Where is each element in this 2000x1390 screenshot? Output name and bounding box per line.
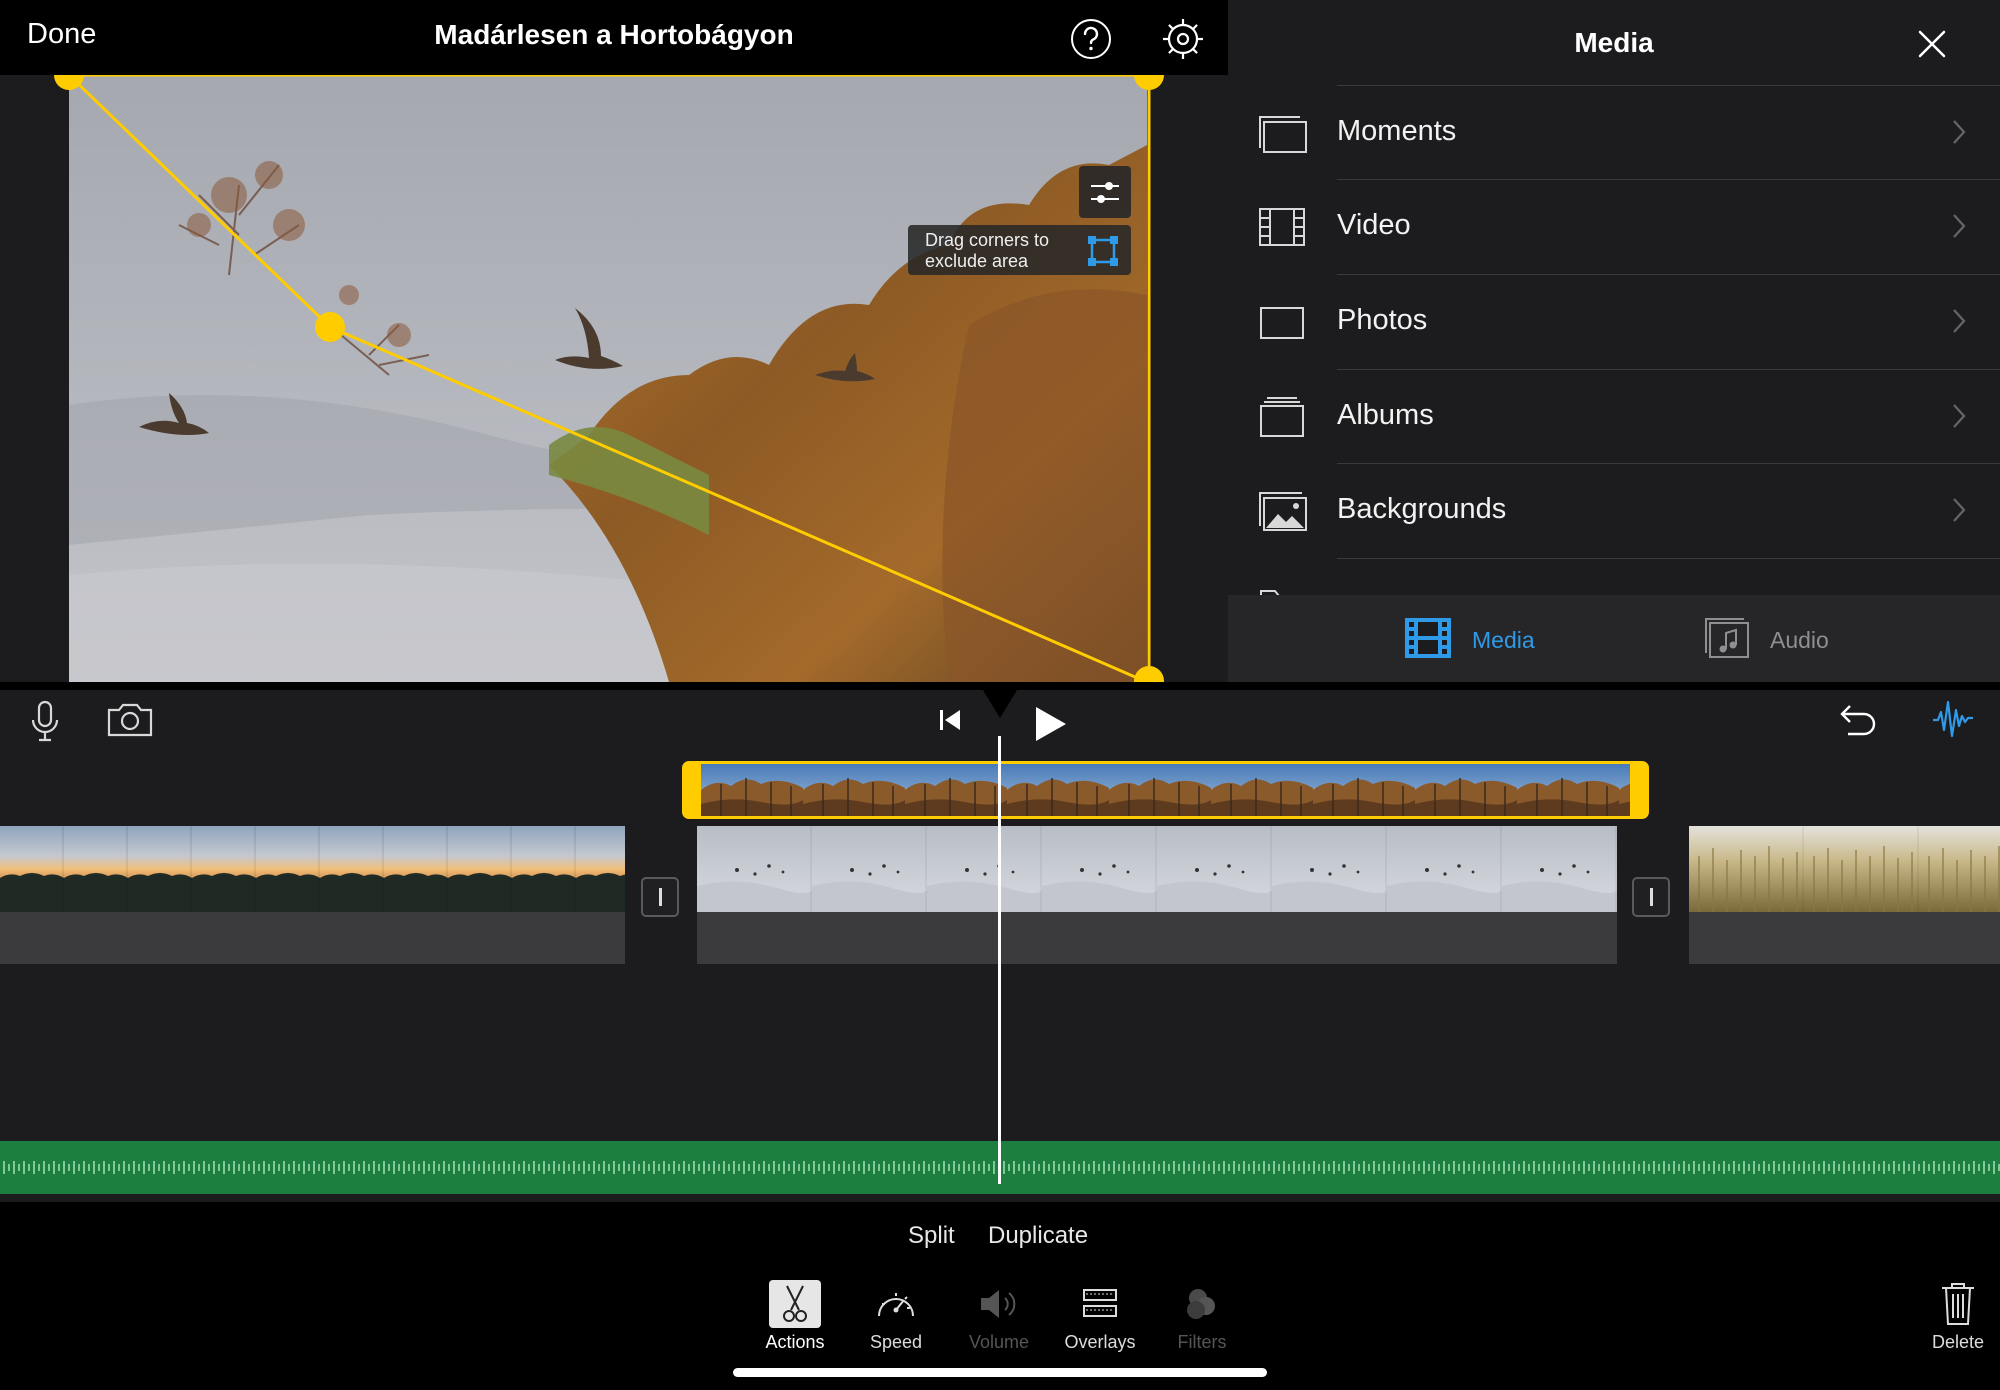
duplicate-button[interactable]: Duplicate [988,1222,1088,1250]
close-icon [1918,30,1946,58]
transition-button[interactable] [1632,877,1670,917]
sunset-thumbnail-strip [0,826,625,912]
tool-label: Filters [1177,1332,1227,1352]
chevron-right-icon [1953,404,1966,428]
waveform-icon [1933,700,1973,738]
media-item-label: Video [1337,209,1411,241]
skip-back-icon [940,710,960,730]
media-panel-title: Media [1574,27,1654,58]
overlay-clip-thumbnails [701,764,1630,816]
delete-button[interactable]: Delete [1908,1280,2000,1352]
tool-overlays[interactable]: Overlays [1050,1280,1150,1352]
moments-icon [1259,116,1307,153]
media-item-photos[interactable]: Photos [1228,274,2000,368]
overlays-icon [1074,1280,1126,1328]
split-button[interactable]: Split [908,1222,955,1250]
grass-thumbnail-strip [1689,826,2000,912]
settings-button[interactable] [1160,16,1206,62]
top-bar [0,0,1228,75]
undo-icon [1840,705,1876,736]
tab-media[interactable]: Media [1404,617,1535,659]
filters-icon [1176,1280,1228,1328]
timeline-clip-sunset[interactable] [0,826,625,964]
tool-speed[interactable]: Speed [846,1280,946,1352]
tool-actions[interactable]: Actions [745,1280,845,1352]
chevron-right-icon [1953,214,1966,238]
tool-label: Actions [765,1332,825,1352]
folder-icon [1260,590,1306,595]
exclude-area-overlay [54,75,1164,696]
media-item-backgrounds[interactable]: Backgrounds [1228,463,2000,557]
play-icon [1036,707,1066,741]
camera-button[interactable] [106,702,154,738]
help-button[interactable] [1070,18,1112,60]
video-viewer: Drag corners to exclude area [0,75,1228,696]
tab-audio[interactable]: Audio [1704,617,1829,659]
media-item-label: Albums [1337,399,1434,431]
playhead-notch [978,682,1022,718]
background-image-icon [1259,492,1307,531]
media-item-moments[interactable]: Moments [1228,85,2000,179]
corner-handle[interactable] [54,75,84,90]
tool-label: Volume [968,1332,1030,1352]
birds-thumbnail-strip [697,826,1617,912]
sliders-icon [1091,182,1119,203]
media-category-list: Moments Video Photos Albums Backgrounds [1228,85,2000,595]
media-item-video[interactable]: Video [1228,179,2000,273]
question-mark-icon [1071,19,1111,59]
home-indicator[interactable] [733,1368,1267,1377]
done-button[interactable]: Done [27,18,96,51]
chevron-right-icon [1953,498,1966,522]
hint-text: Drag corners to exclude area [925,230,1050,271]
audio-waveform-button[interactable] [1932,700,1974,740]
undo-button[interactable] [1838,702,1878,738]
media-item-label: Backgrounds [1337,493,1507,525]
timeline-clip-birds[interactable] [697,826,1617,964]
tool-volume: Volume [949,1280,1049,1352]
playhead[interactable] [998,736,1001,1184]
skip-to-start-button[interactable] [937,707,963,733]
speedometer-icon [870,1280,922,1328]
close-media-button[interactable] [1910,22,1954,66]
microphone-icon [31,700,59,742]
chevron-right-icon [1953,309,1966,333]
media-item-albums[interactable]: Albums [1228,369,2000,463]
film-tab-icon [1405,618,1451,658]
tool-label: Speed [869,1332,923,1352]
media-browser-panel: Media Moments Video Photos Albums Backgr… [1228,0,2000,682]
camera-icon [107,703,153,737]
speaker-icon [973,1280,1025,1328]
tool-label: Overlays [1064,1332,1136,1352]
scissors-icon [769,1280,821,1328]
media-item-label: Photos [1337,304,1428,336]
tab-audio-label: Audio [1770,627,1829,653]
media-item-partial[interactable] [1228,558,2000,595]
music-note-icon [1705,618,1749,658]
adjust-sliders-button[interactable] [1079,166,1131,218]
chevron-right-icon [1953,120,1966,144]
hint-tooltip: Drag corners to exclude area [908,225,1131,275]
album-stack-icon [1260,397,1304,437]
play-button[interactable] [1034,705,1068,743]
voiceover-button[interactable] [28,700,62,742]
trash-icon [1942,1283,1974,1325]
media-item-label: Moments [1337,115,1457,147]
gear-icon [1163,19,1203,59]
corner-handle[interactable] [1134,75,1164,90]
media-tab-bar: Media Audio [1228,595,2000,682]
crop-rectangle-icon[interactable] [1087,235,1119,267]
delete-label: Delete [1931,1332,1985,1352]
selected-overlay-clip[interactable] [682,761,1649,819]
forest-thumbnail-strip [701,764,1630,816]
tool-filters: Filters [1152,1280,1252,1352]
film-icon [1259,208,1305,246]
tab-media-label: Media [1472,627,1535,653]
transition-button[interactable] [641,877,679,917]
corner-handle[interactable] [315,312,345,342]
photo-frame-icon [1260,307,1304,339]
timeline-clip-grass[interactable] [1689,826,2000,964]
